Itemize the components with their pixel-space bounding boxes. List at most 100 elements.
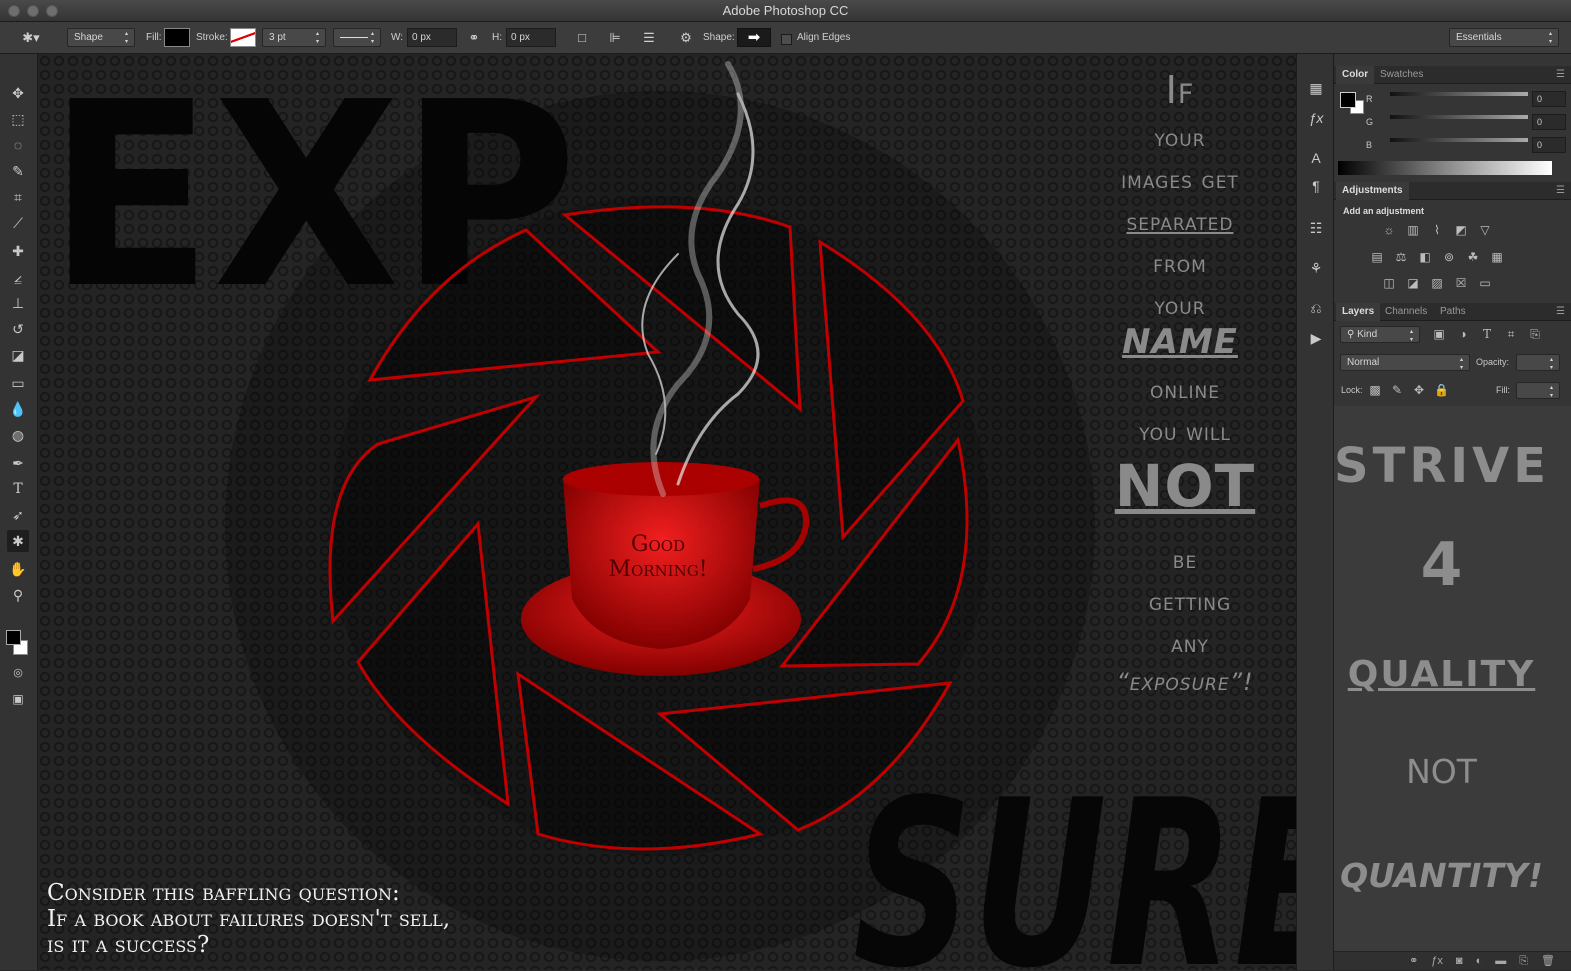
fill-field[interactable]	[1516, 382, 1560, 400]
quick-select-tool-icon[interactable]: ✎	[7, 160, 29, 182]
trash-icon[interactable]: 🗑	[1541, 952, 1555, 970]
hue-saturation-icon[interactable]: ▤	[1370, 251, 1384, 263]
lock-all-icon[interactable]: 🔒	[1434, 384, 1449, 396]
close-window-button[interactable]	[8, 5, 20, 17]
history-brush-tool-icon[interactable]: ↺	[7, 318, 29, 340]
tab-channels[interactable]: Channels	[1379, 303, 1433, 321]
exposure-icon[interactable]: ◩	[1454, 224, 1468, 236]
lock-transparency-icon[interactable]: ▩	[1368, 384, 1382, 396]
color-lookup-icon[interactable]: ▦	[1490, 251, 1504, 263]
black-white-icon[interactable]: ◧	[1418, 251, 1432, 263]
lasso-tool-icon[interactable]: ◌	[7, 134, 29, 156]
eyedropper-tool-icon[interactable]: ⟋	[7, 212, 29, 234]
character-icon[interactable]: A	[1306, 148, 1326, 168]
layer-kind-filter[interactable]: ⚲ Kind	[1340, 326, 1420, 344]
selective-color-icon[interactable]: ☒	[1454, 277, 1468, 289]
blend-mode-select[interactable]: Normal	[1340, 354, 1470, 372]
custom-shape-tool-icon[interactable]: ✱	[7, 530, 29, 552]
path-alignment-icon[interactable]: ⊫	[606, 28, 624, 47]
smart-object-filter-icon[interactable]: ⎘	[1528, 328, 1542, 340]
stroke-type-select[interactable]	[333, 28, 381, 47]
red-slider[interactable]	[1390, 92, 1528, 96]
foreground-color-swatch[interactable]	[6, 630, 21, 645]
width-field[interactable]: 0 px	[407, 28, 457, 47]
zoom-window-button[interactable]	[46, 5, 58, 17]
curves-icon[interactable]: ⌇	[1430, 224, 1444, 236]
blur-tool-icon[interactable]: 💧	[7, 398, 29, 420]
threshold-icon[interactable]: ▨	[1430, 277, 1444, 289]
brush-presets-icon[interactable]: ⚘	[1306, 258, 1326, 278]
tool-mode-select[interactable]: Shape	[67, 28, 135, 47]
vibrance-icon[interactable]: ▽	[1478, 224, 1492, 236]
new-adjustment-layer-icon[interactable]: ◐	[1476, 952, 1483, 970]
quick-mask-icon[interactable]: ◎	[7, 662, 29, 684]
green-value-field[interactable]: 0	[1532, 114, 1566, 130]
stroke-swatch[interactable]	[230, 28, 256, 47]
add-mask-icon[interactable]: ◙	[1456, 952, 1463, 970]
document-canvas[interactable]: EXP SURE! Good Morning! If your images g	[38, 54, 1296, 970]
levels-icon[interactable]: ▥	[1406, 224, 1420, 236]
minimize-window-button[interactable]	[27, 5, 39, 17]
align-edges-checkbox[interactable]	[781, 34, 792, 45]
properties-icon[interactable]: ☷	[1306, 218, 1326, 238]
height-field[interactable]: 0 px	[506, 28, 556, 47]
tool-preset-picker-icon[interactable]: ✱▾	[20, 28, 42, 47]
3d-icon[interactable]: ▦	[1306, 78, 1326, 98]
workspace-select[interactable]: Essentials	[1449, 28, 1559, 47]
tab-color[interactable]: Color	[1336, 66, 1375, 84]
pixel-filter-icon[interactable]: ▣	[1432, 328, 1446, 340]
hand-tool-icon[interactable]: ✋	[7, 558, 29, 580]
lock-pixels-icon[interactable]: ✎	[1390, 384, 1404, 396]
crop-tool-icon[interactable]: ⌗	[7, 186, 29, 208]
type-tool-icon[interactable]: T	[7, 478, 29, 500]
zoom-tool-icon[interactable]: ⚲	[7, 584, 29, 606]
shape-filter-icon[interactable]: ⌗	[1504, 328, 1518, 340]
new-layer-icon[interactable]: ⎘	[1519, 952, 1528, 970]
shape-picker-arrow-icon[interactable]: ➡	[737, 28, 771, 47]
layers-list-area[interactable]: STRIVE 4 QUALITY NOT QUANTITY!	[1334, 406, 1571, 951]
photo-filter-icon[interactable]: ⊚	[1442, 251, 1456, 263]
actions-play-icon[interactable]: ▶	[1306, 328, 1326, 348]
dodge-tool-icon[interactable]: ◍	[7, 424, 29, 446]
link-icon[interactable]: ⚭	[465, 28, 483, 47]
stamp-tool-icon[interactable]: ⊥	[7, 292, 29, 314]
gradient-tool-icon[interactable]: ▭	[7, 372, 29, 394]
panel-menu-icon[interactable]: ☰	[1556, 303, 1565, 321]
panel-menu-icon[interactable]: ☰	[1556, 182, 1565, 200]
brush-tool-icon[interactable]: ⦤	[7, 266, 29, 288]
tab-adjustments[interactable]: Adjustments	[1336, 182, 1409, 200]
channel-mixer-icon[interactable]: ☘	[1466, 251, 1480, 263]
panel-menu-icon[interactable]: ☰	[1556, 66, 1565, 84]
history-icon[interactable]: ⎌	[1306, 298, 1326, 318]
lock-position-icon[interactable]: ✥	[1412, 384, 1426, 396]
fill-swatch[interactable]	[164, 28, 190, 47]
blue-value-field[interactable]: 0	[1532, 137, 1566, 153]
invert-icon[interactable]: ◫	[1382, 277, 1396, 289]
adjustment-filter-icon[interactable]: ◑	[1456, 328, 1470, 340]
red-value-field[interactable]: 0	[1532, 91, 1566, 107]
tab-swatches[interactable]: Swatches	[1374, 66, 1429, 84]
styles-fx-icon[interactable]: ƒx	[1306, 108, 1326, 128]
pen-tool-icon[interactable]: ✒	[7, 452, 29, 474]
stroke-width-field[interactable]: 3 pt	[262, 28, 326, 47]
tab-paths[interactable]: Paths	[1434, 303, 1472, 321]
marquee-tool-icon[interactable]: ⬚	[7, 108, 29, 130]
green-slider[interactable]	[1390, 115, 1528, 119]
layer-style-fx-icon[interactable]: ƒx	[1431, 952, 1443, 970]
gradient-map-icon[interactable]: ▭	[1478, 277, 1492, 289]
opacity-field[interactable]	[1516, 354, 1560, 372]
path-operations-icon[interactable]: □	[573, 28, 591, 47]
type-filter-icon[interactable]: T	[1480, 328, 1494, 340]
eraser-tool-icon[interactable]: ◪	[7, 344, 29, 366]
color-ramp[interactable]	[1338, 161, 1552, 175]
gear-icon[interactable]: ⚙	[677, 28, 695, 47]
blue-slider[interactable]	[1390, 138, 1528, 142]
healing-tool-icon[interactable]: ✚	[7, 240, 29, 262]
posterize-icon[interactable]: ◪	[1406, 277, 1420, 289]
path-select-tool-icon[interactable]: ➶	[7, 504, 29, 526]
new-group-icon[interactable]: ▬	[1495, 952, 1506, 970]
color-balance-icon[interactable]: ⚖	[1394, 251, 1408, 263]
color-fg-swatch[interactable]	[1340, 92, 1356, 108]
paragraph-icon[interactable]: ¶	[1306, 176, 1326, 196]
brightness-contrast-icon[interactable]: ☼	[1382, 224, 1396, 236]
